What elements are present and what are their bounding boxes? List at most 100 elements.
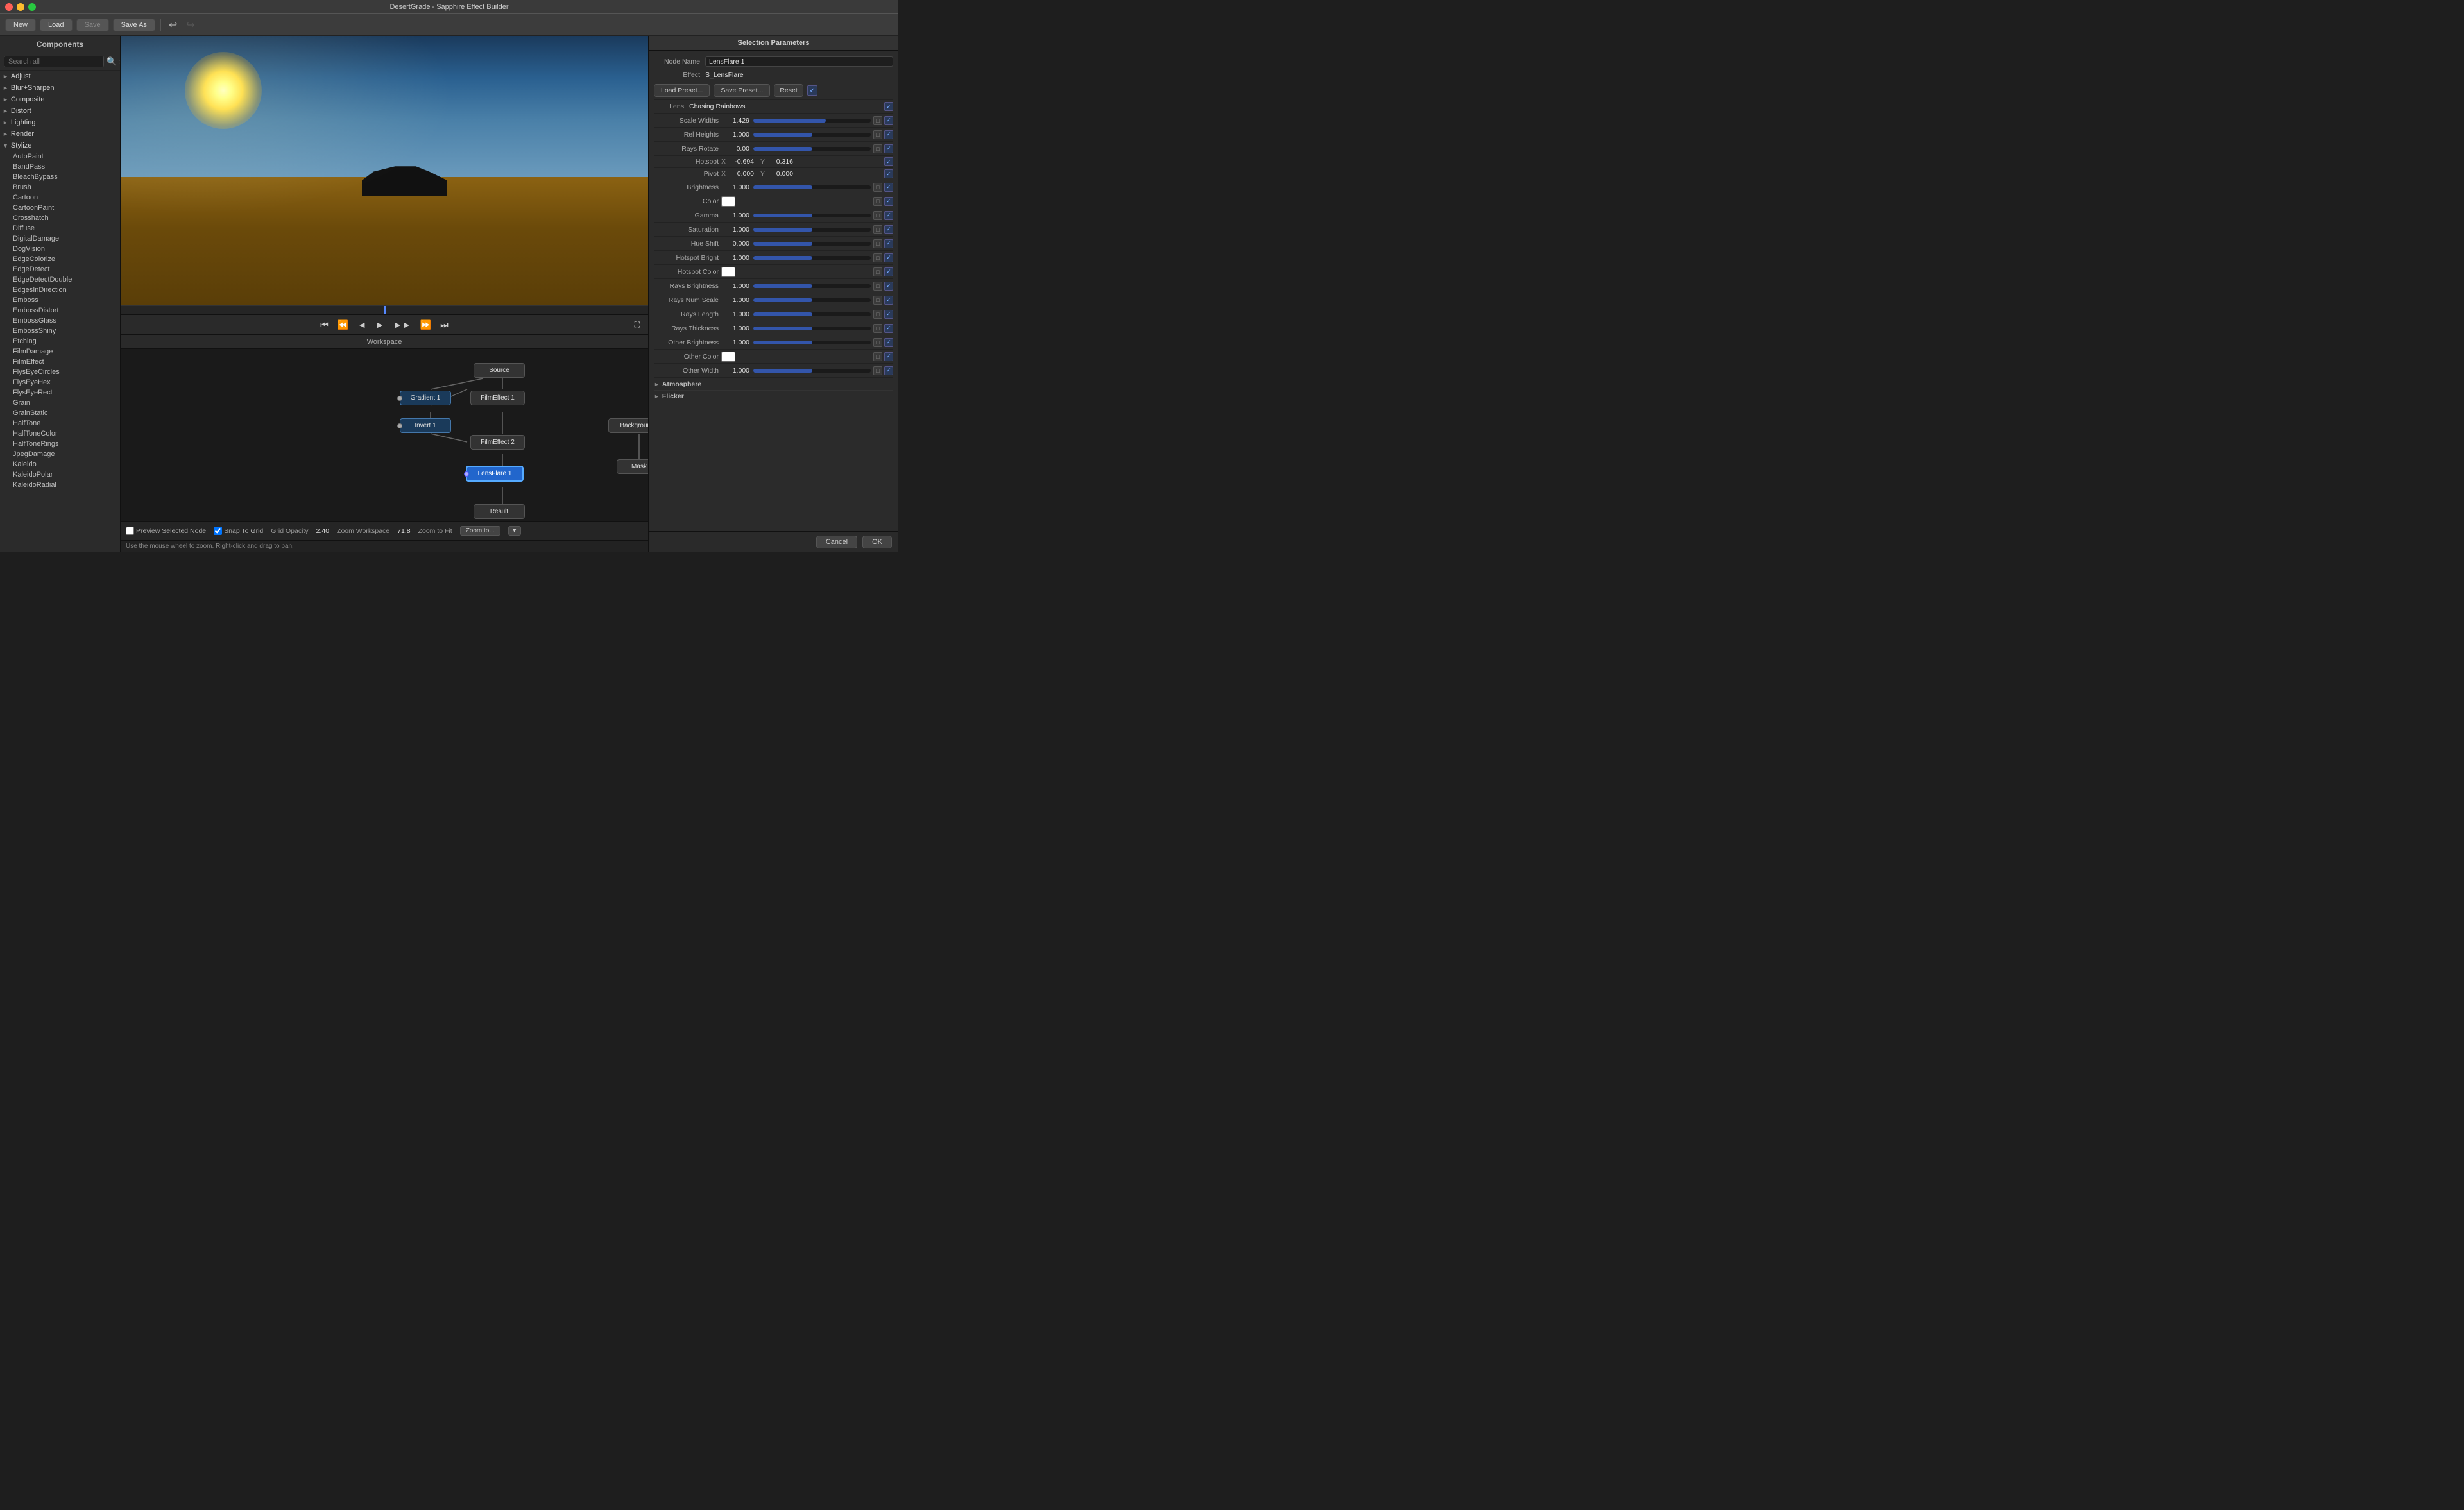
load-preset-button[interactable]: Load Preset... <box>654 84 710 97</box>
param-sq-btn[interactable]: □ <box>873 197 882 206</box>
sub-item-halftonerings[interactable]: HalfToneRings <box>0 439 120 449</box>
sub-item-diffuse[interactable]: Diffuse <box>0 223 120 233</box>
param-sq-btn[interactable]: □ <box>873 324 882 333</box>
param-sq-btn[interactable]: □ <box>873 225 882 234</box>
param-sq-btn[interactable]: □ <box>873 253 882 262</box>
sub-item-filmeffect[interactable]: FilmEffect <box>0 357 120 367</box>
param-sq-btn[interactable]: □ <box>873 116 882 125</box>
flicker-section[interactable]: ► Flicker <box>654 390 893 402</box>
sub-item-jpegdamage[interactable]: JpegDamage <box>0 449 120 459</box>
sub-item-brush[interactable]: Brush <box>0 182 120 192</box>
param-check[interactable]: ✓ <box>884 130 893 139</box>
node-result[interactable]: Result <box>474 504 525 519</box>
sub-item-cartoonpaint[interactable]: CartoonPaint <box>0 203 120 213</box>
preview-selected-checkbox[interactable]: Preview Selected Node <box>126 527 206 535</box>
param-check[interactable]: ✓ <box>884 197 893 206</box>
color-swatch[interactable] <box>721 196 735 207</box>
sub-item-flyseyecircles[interactable]: FlysEyeCircles <box>0 367 120 377</box>
param-slider[interactable] <box>753 255 871 261</box>
param-slider[interactable] <box>753 311 871 318</box>
undo-button[interactable]: ↩ <box>166 17 180 33</box>
load-button[interactable]: Load <box>40 19 72 31</box>
category-adjust[interactable]: ► Adjust <box>0 71 120 82</box>
param-slider[interactable] <box>753 339 871 346</box>
param-check[interactable]: ✓ <box>884 338 893 347</box>
save-button[interactable]: Save <box>76 19 109 31</box>
play-button[interactable]: ► <box>372 318 388 331</box>
param-check[interactable]: ✓ <box>884 324 893 333</box>
category-stylize[interactable]: ▼ Stylize <box>0 140 120 151</box>
sub-item-autopaint[interactable]: AutoPaint <box>0 151 120 162</box>
next-frame-button[interactable]: ⏩ <box>417 318 434 332</box>
param-sq-btn[interactable]: □ <box>873 267 882 276</box>
param-sq-btn[interactable]: □ <box>873 282 882 291</box>
sub-item-edgecolorize[interactable]: EdgeColorize <box>0 254 120 264</box>
category-render[interactable]: ► Render <box>0 128 120 140</box>
param-slider[interactable] <box>753 146 871 152</box>
param-sq-btn[interactable]: □ <box>873 144 882 153</box>
param-check[interactable]: ✓ <box>884 169 893 178</box>
zoom-to-button[interactable]: Zoom to... <box>460 526 501 536</box>
sub-item-grain[interactable]: Grain <box>0 398 120 408</box>
param-sq-btn[interactable]: □ <box>873 211 882 220</box>
node-name-input[interactable] <box>705 56 893 67</box>
timeline-bar[interactable] <box>121 305 648 314</box>
atmosphere-section[interactable]: ► Atmosphere <box>654 378 893 390</box>
redo-button[interactable]: ↪ <box>184 17 197 33</box>
step-back-button[interactable]: ◄ <box>354 318 370 331</box>
category-blur-sharpen[interactable]: ► Blur+Sharpen <box>0 82 120 94</box>
close-button[interactable] <box>5 3 13 11</box>
sub-item-cartoon[interactable]: Cartoon <box>0 192 120 203</box>
snap-to-grid-checkbox[interactable]: Snap To Grid <box>214 527 263 535</box>
sub-item-kaleidopolar[interactable]: KaleidoPolar <box>0 470 120 480</box>
param-sq-btn[interactable]: □ <box>873 239 882 248</box>
sub-item-grainstatic[interactable]: GrainStatic <box>0 408 120 418</box>
sub-item-bleachbypass[interactable]: BleachBypass <box>0 172 120 182</box>
sub-item-kaleidoradial[interactable]: KaleidoRadial <box>0 480 120 490</box>
node-mask[interactable]: Mask <box>617 459 648 474</box>
zoom-dropdown-button[interactable]: ▼ <box>508 526 521 536</box>
workspace-canvas[interactable]: Source Gradient 1 FilmEffect 1 Invert 1 … <box>121 349 648 521</box>
node-gradient1[interactable]: Gradient 1 <box>400 391 451 405</box>
node-source[interactable]: Source <box>474 363 525 378</box>
category-composite[interactable]: ► Composite <box>0 94 120 105</box>
sub-item-embossglass[interactable]: EmbossGlass <box>0 316 120 326</box>
param-sq-btn[interactable]: □ <box>873 310 882 319</box>
sub-item-halftonecolor[interactable]: HalfToneColor <box>0 428 120 439</box>
save-as-button[interactable]: Save As <box>113 19 155 31</box>
param-check[interactable]: ✓ <box>884 282 893 291</box>
reset-button[interactable]: Reset <box>774 84 803 97</box>
param-slider[interactable] <box>753 117 871 124</box>
fullscreen-button[interactable]: ⛶ <box>631 319 643 331</box>
other-color-swatch[interactable] <box>721 352 735 362</box>
step-forward-button[interactable]: ►► <box>390 318 415 331</box>
param-check[interactable]: ✓ <box>884 352 893 361</box>
param-slider[interactable] <box>753 131 871 138</box>
param-check[interactable]: ✓ <box>884 157 893 166</box>
param-slider[interactable] <box>753 283 871 289</box>
param-check[interactable]: ✓ <box>884 116 893 125</box>
param-sq-btn[interactable]: □ <box>873 183 882 192</box>
play-to-end-button[interactable]: ⏭ <box>437 318 452 332</box>
node-filmeffect2[interactable]: FilmEffect 2 <box>470 435 525 450</box>
param-sq-btn[interactable]: □ <box>873 338 882 347</box>
new-button[interactable]: New <box>5 19 36 31</box>
sub-item-crosshatch[interactable]: Crosshatch <box>0 213 120 223</box>
param-check[interactable]: ✓ <box>884 296 893 305</box>
search-icon-button[interactable]: 🔍 <box>107 56 117 67</box>
play-to-start-button[interactable]: ⏮ <box>317 318 332 332</box>
param-slider[interactable] <box>753 212 871 219</box>
sub-item-kaleido[interactable]: Kaleido <box>0 459 120 470</box>
param-sq-btn[interactable]: □ <box>873 296 882 305</box>
node-filmeffect1[interactable]: FilmEffect 1 <box>470 391 525 405</box>
snap-to-grid-input[interactable] <box>214 527 222 535</box>
preset-check[interactable]: ✓ <box>807 85 817 96</box>
param-check[interactable]: ✓ <box>884 144 893 153</box>
param-slider[interactable] <box>753 226 871 233</box>
search-input[interactable] <box>4 56 104 67</box>
prev-frame-button[interactable]: ⏪ <box>334 318 352 332</box>
minimize-button[interactable] <box>17 3 24 11</box>
sub-item-flyseyerect[interactable]: FlysEyeRect <box>0 387 120 398</box>
node-background[interactable]: Background <box>608 418 648 433</box>
sub-item-embossshiny[interactable]: EmbossShiny <box>0 326 120 336</box>
